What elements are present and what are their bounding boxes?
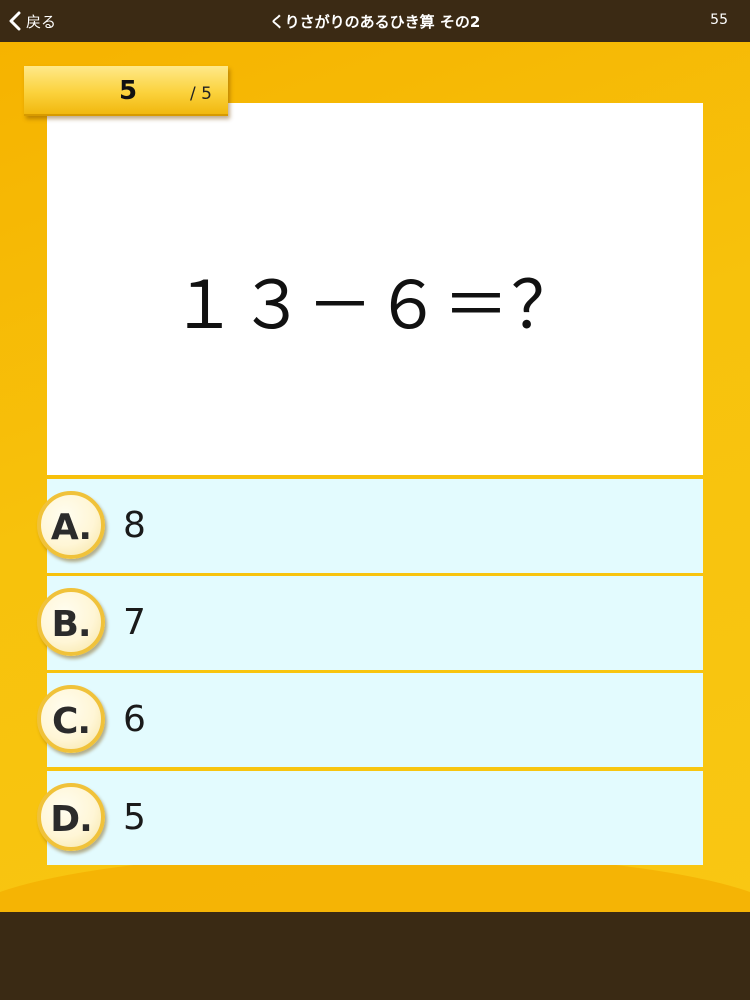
back-button-label: 戻る [26,12,57,31]
chevron-left-icon [9,11,21,31]
choice-c-value: 6 [123,699,146,740]
page-title: くりさがりのあるひき算 その2 [269,13,481,31]
choice-b-value: 7 [123,602,146,643]
counter-current: 5 [118,76,138,106]
choice-d-badge[interactable]: D. [37,783,105,851]
choice-c-badge[interactable]: C. [37,685,105,753]
choice-a-value: 8 [123,505,146,546]
choice-b-letter: B. [51,604,91,645]
choice-a[interactable]: 8 [47,479,703,573]
choice-a-letter: A. [50,507,92,548]
choice-c[interactable]: 6 [47,673,703,767]
navigation-bar: 戻る くりさがりのあるひき算 その2 55 [0,0,750,42]
nav-right-value: 55 [710,12,728,28]
bottom-bar [0,912,750,1000]
choice-d-value: 5 [123,797,146,838]
question-text: １３－６＝？ [171,267,579,344]
question-counter: 5 / 5 [24,66,228,116]
choice-d-letter: D. [50,799,93,840]
choice-c-letter: C. [51,701,91,742]
counter-total: / 5 [190,84,212,104]
choice-a-badge[interactable]: A. [37,491,105,559]
back-button[interactable]: 戻る [8,6,56,36]
choice-b[interactable]: 7 [47,576,703,670]
choice-d[interactable]: 5 [47,771,703,865]
choice-b-badge[interactable]: B. [37,588,105,656]
